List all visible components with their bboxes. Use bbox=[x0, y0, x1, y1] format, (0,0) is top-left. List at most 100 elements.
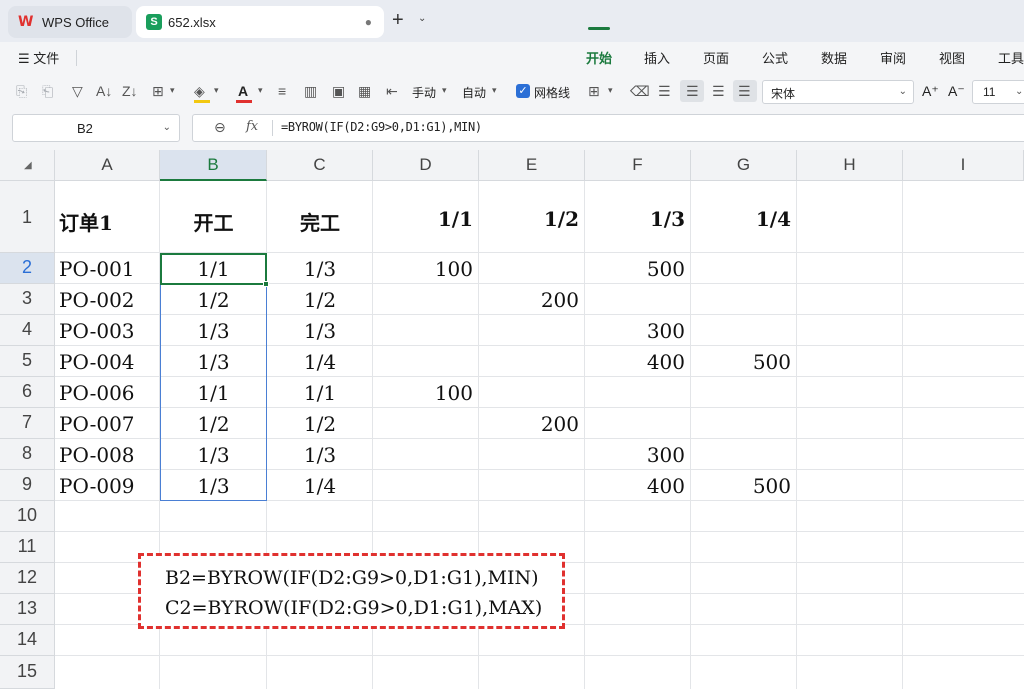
filter-icon[interactable]: ▽ bbox=[72, 83, 83, 99]
row-header-15[interactable]: 15 bbox=[0, 656, 55, 689]
sort-ascending-icon[interactable]: A↓ bbox=[96, 83, 112, 99]
fill-color-icon[interactable]: ◈ bbox=[194, 83, 205, 99]
row-header-2[interactable]: 2 bbox=[0, 253, 55, 284]
auto-calc-label[interactable]: 自动 bbox=[462, 84, 486, 101]
align-left-icon[interactable]: ☰ bbox=[658, 83, 671, 99]
borders-icon[interactable]: ⊞ bbox=[152, 83, 164, 99]
increase-font-icon[interactable]: A⁺ bbox=[922, 83, 939, 99]
cell-a6[interactable]: PO-006 bbox=[59, 381, 135, 405]
cell-c1[interactable]: 完工 bbox=[267, 207, 373, 236]
format-painter-icon[interactable]: ⎘ bbox=[16, 83, 27, 99]
cell-c8[interactable]: 1/3 bbox=[267, 443, 373, 467]
gridlines-label[interactable]: 网格线 bbox=[534, 84, 570, 101]
cell-f8[interactable]: 300 bbox=[585, 443, 685, 467]
column-header-h[interactable]: H bbox=[797, 150, 903, 181]
cell-g9[interactable]: 500 bbox=[691, 474, 791, 498]
wrap-text-icon[interactable]: ≡ bbox=[278, 83, 286, 99]
decrease-font-icon[interactable]: A⁻ bbox=[948, 83, 965, 99]
file-menu-button[interactable]: ☰ 文件 bbox=[18, 48, 59, 67]
row-header-4[interactable]: 4 bbox=[0, 315, 55, 346]
justify-icon[interactable]: ☰ bbox=[738, 83, 751, 99]
row-header-13[interactable]: 13 bbox=[0, 594, 55, 625]
row-header-8[interactable]: 8 bbox=[0, 439, 55, 470]
zoom-icon[interactable]: ⊖ bbox=[214, 119, 226, 136]
column-header-a[interactable]: A bbox=[55, 150, 160, 181]
cell-c2[interactable]: 1/3 bbox=[267, 257, 373, 281]
font-color-dropdown-icon[interactable]: ▾ bbox=[258, 85, 263, 96]
column-header-e[interactable]: E bbox=[479, 150, 585, 181]
tab-page[interactable]: 页面 bbox=[703, 48, 729, 67]
cell-a3[interactable]: PO-002 bbox=[59, 288, 135, 312]
row-header-7[interactable]: 7 bbox=[0, 408, 55, 439]
manual-dropdown-icon[interactable]: ▾ bbox=[442, 85, 447, 96]
column-header-d[interactable]: D bbox=[373, 150, 479, 181]
cell-a7[interactable]: PO-007 bbox=[59, 412, 135, 436]
cell-a9[interactable]: PO-009 bbox=[59, 474, 135, 498]
active-cell-b2[interactable] bbox=[160, 253, 267, 285]
tab-data[interactable]: 数据 bbox=[821, 48, 847, 67]
cell-f5[interactable]: 400 bbox=[585, 350, 685, 374]
cell-d1[interactable]: 1/1 bbox=[373, 207, 473, 231]
cell-f1[interactable]: 1/3 bbox=[585, 207, 685, 231]
cell-format-dropdown-icon[interactable]: ▾ bbox=[608, 85, 613, 96]
column-header-g[interactable]: G bbox=[691, 150, 797, 181]
gridlines-checkbox[interactable]: ✓ bbox=[516, 84, 530, 98]
row-header-6[interactable]: 6 bbox=[0, 377, 55, 408]
row-header-10[interactable]: 10 bbox=[0, 501, 55, 532]
tab-insert[interactable]: 插入 bbox=[644, 48, 670, 67]
name-box[interactable]: B2 ⌄ bbox=[12, 114, 180, 142]
cell-f9[interactable]: 400 bbox=[585, 474, 685, 498]
freeze-icon[interactable]: ▣ bbox=[332, 83, 345, 99]
fx-icon[interactable]: fx bbox=[246, 119, 258, 134]
cell-c9[interactable]: 1/4 bbox=[267, 474, 373, 498]
cell-c6[interactable]: 1/1 bbox=[267, 381, 373, 405]
cell-format-icon[interactable]: ⊞ bbox=[588, 83, 600, 99]
row-header-5[interactable]: 5 bbox=[0, 346, 55, 377]
tab-tools[interactable]: 工具 bbox=[998, 48, 1024, 67]
align-center-icon[interactable]: ☰ bbox=[686, 83, 699, 99]
tab-formulas[interactable]: 公式 bbox=[762, 48, 788, 67]
cell-d6[interactable]: 100 bbox=[373, 381, 473, 405]
cell-g1[interactable]: 1/4 bbox=[691, 207, 791, 231]
cell-e3[interactable]: 200 bbox=[479, 288, 579, 312]
cell-g5[interactable]: 500 bbox=[691, 350, 791, 374]
cell-a8[interactable]: PO-008 bbox=[59, 443, 135, 467]
cell-e1[interactable]: 1/2 bbox=[479, 207, 579, 231]
row-header-11[interactable]: 11 bbox=[0, 532, 55, 563]
tab-wps-office[interactable]: W WPS Office bbox=[8, 6, 132, 38]
manual-calc-label[interactable]: 手动 bbox=[412, 84, 436, 101]
cell-c4[interactable]: 1/3 bbox=[267, 319, 373, 343]
cell-a1[interactable]: 订单1 bbox=[59, 207, 113, 236]
merge-icon[interactable]: ▥ bbox=[304, 83, 317, 99]
borders-dropdown-icon[interactable]: ▾ bbox=[170, 85, 175, 96]
column-header-b[interactable]: B bbox=[160, 150, 267, 181]
cell-b1[interactable]: 开工 bbox=[160, 207, 267, 236]
unsaved-dot-icon[interactable]: ● bbox=[365, 15, 372, 29]
auto-dropdown-icon[interactable]: ▾ bbox=[492, 85, 497, 96]
font-size-select[interactable]: 11 ⌄ bbox=[972, 80, 1024, 104]
new-tab-dropdown-icon[interactable]: ⌄ bbox=[418, 13, 426, 24]
clear-format-icon[interactable]: ⌫ bbox=[630, 83, 650, 99]
cell-c7[interactable]: 1/2 bbox=[267, 412, 373, 436]
new-tab-button[interactable]: + bbox=[392, 10, 404, 30]
sort-descending-icon[interactable]: Z↓ bbox=[122, 83, 138, 99]
tab-review[interactable]: 审阅 bbox=[880, 48, 906, 67]
row-header-14[interactable]: 14 bbox=[0, 625, 55, 656]
fill-color-dropdown-icon[interactable]: ▾ bbox=[214, 85, 219, 96]
row-header-1[interactable]: 1 bbox=[0, 181, 55, 253]
paste-icon[interactable]: ⎗ bbox=[42, 83, 53, 99]
convert-icon[interactable]: ⇤ bbox=[386, 83, 398, 99]
cell-f2[interactable]: 500 bbox=[585, 257, 685, 281]
cell-c5[interactable]: 1/4 bbox=[267, 350, 373, 374]
tab-view[interactable]: 视图 bbox=[939, 48, 965, 67]
tab-file[interactable]: S 652.xlsx ● bbox=[136, 6, 384, 38]
row-header-3[interactable]: 3 bbox=[0, 284, 55, 315]
cell-a5[interactable]: PO-004 bbox=[59, 350, 135, 374]
column-header-i[interactable]: I bbox=[903, 150, 1024, 181]
tab-home[interactable]: 开始 bbox=[586, 48, 612, 67]
font-name-select[interactable]: 宋体 ⌄ bbox=[762, 80, 914, 104]
cell-a2[interactable]: PO-001 bbox=[59, 257, 135, 281]
align-right-icon[interactable]: ☰ bbox=[712, 83, 725, 99]
table-style-icon[interactable]: ▦ bbox=[358, 83, 371, 99]
fill-handle[interactable] bbox=[263, 281, 269, 287]
